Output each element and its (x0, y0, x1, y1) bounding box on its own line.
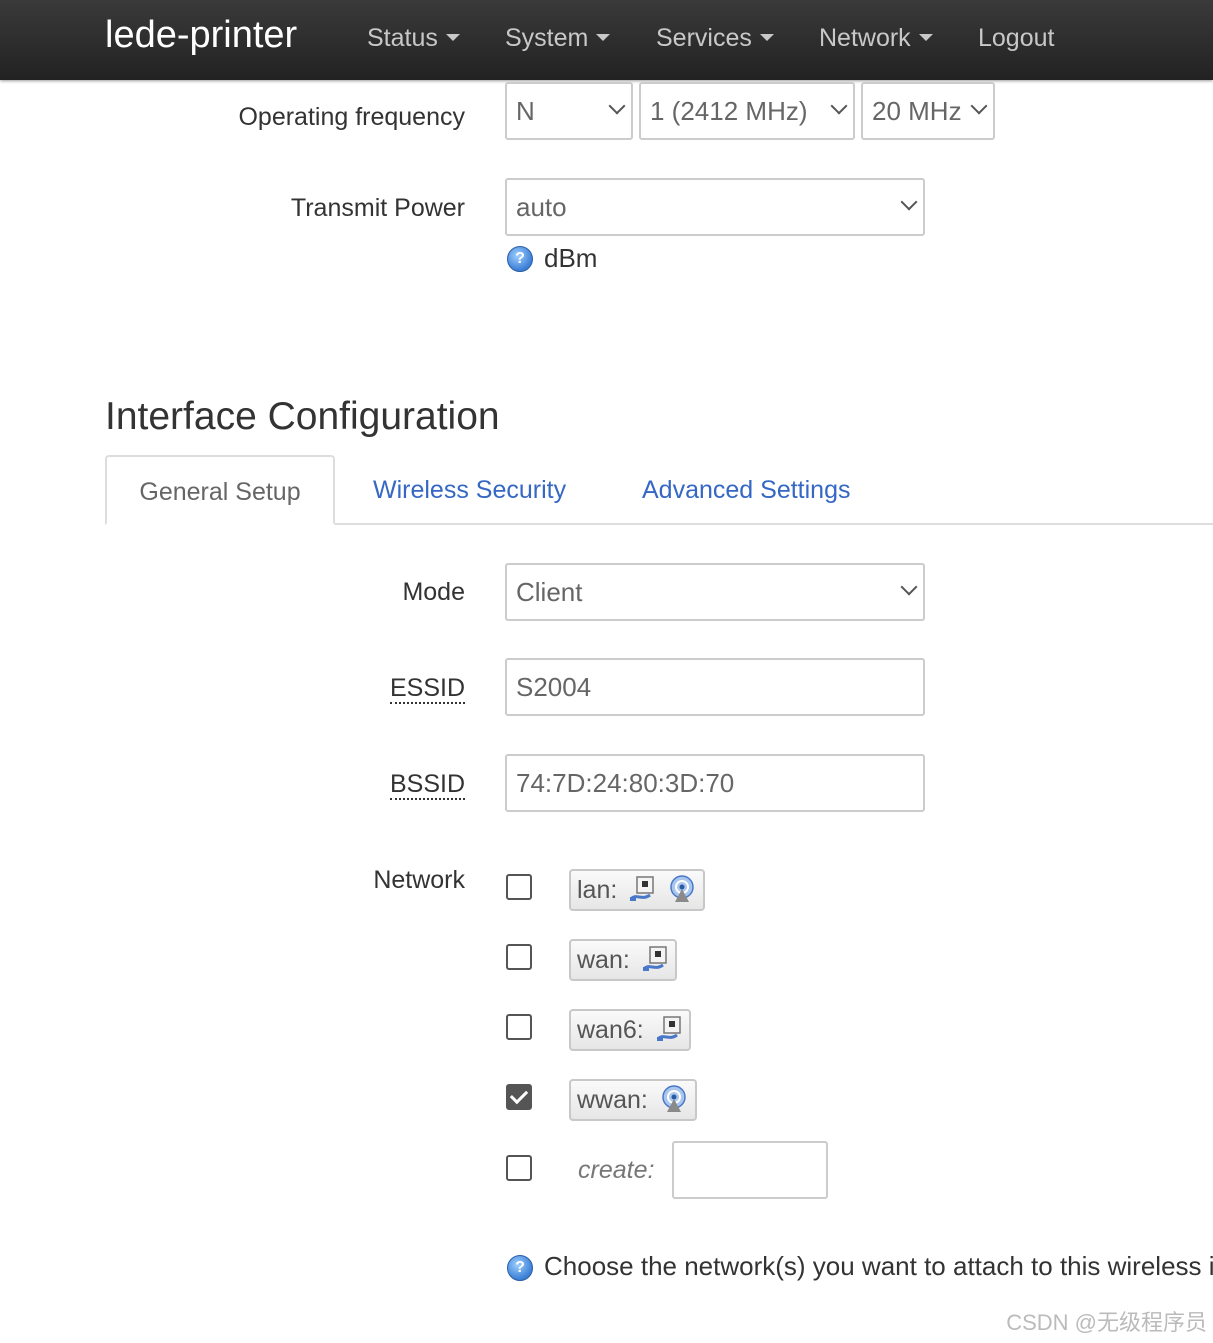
chevron-down-icon (608, 97, 626, 115)
network-lan-badge[interactable]: lan: (569, 869, 706, 911)
chevron-down-icon (596, 33, 611, 41)
network-label: Network (373, 866, 465, 894)
transmit-power-label: Transmit Power (290, 194, 465, 222)
create-label: create: (578, 1156, 655, 1184)
network-wwan-checkbox[interactable] (506, 1084, 532, 1110)
nav-services-label: Services (656, 24, 752, 52)
chevron-down-icon (970, 97, 988, 115)
help-icon: ? (507, 246, 533, 272)
tab-general-setup[interactable]: General Setup (105, 455, 335, 525)
operating-frequency-label: Operating frequency (238, 103, 465, 131)
nav-services-menu[interactable]: Services (656, 24, 774, 53)
wifi-icon (662, 1085, 686, 1113)
essid-field[interactable]: S2004 (505, 658, 925, 716)
mode-label: Mode (402, 578, 465, 606)
essid-label-text: ESSID (389, 674, 465, 704)
hw-mode-select[interactable]: N (505, 82, 633, 140)
watermark: CSDN @无级程序员 (1006, 1310, 1207, 1335)
mode-select[interactable]: Client (505, 563, 925, 621)
create-network-input[interactable] (672, 1141, 828, 1199)
network-wan6-name: wan6: (577, 1016, 644, 1044)
essid-label: ESSID (389, 674, 465, 704)
nav-system-menu[interactable]: System (505, 24, 611, 53)
bssid-field[interactable]: 74:7D:24:80:3D:70 (505, 754, 925, 812)
bssid-label: BSSID (389, 770, 465, 800)
chevron-down-icon (830, 97, 848, 115)
transmit-power-help: dBm (544, 243, 598, 273)
hw-mode-value: N (516, 96, 535, 126)
mode-value: Client (516, 577, 583, 607)
nav-logout-link[interactable]: Logout (978, 24, 1054, 53)
network-lan-name: lan: (577, 876, 618, 904)
nav-network-label: Network (819, 24, 911, 52)
network-wan-checkbox[interactable] (506, 944, 532, 970)
transmit-power-select[interactable]: auto (505, 178, 925, 236)
channel-value: 1 (2412 MHz) (650, 96, 808, 126)
network-help-text: Choose the network(s) you want to attach… (544, 1251, 1213, 1281)
ethernet-icon (642, 946, 667, 972)
network-wwan-name: wwan: (577, 1086, 648, 1114)
tab-wireless-security[interactable]: Wireless Security (373, 455, 566, 525)
top-navbar: lede-printer Status System Services Netw… (0, 0, 1213, 80)
bssid-label-text: BSSID (389, 770, 465, 800)
tab-advanced-settings[interactable]: Advanced Settings (642, 455, 850, 525)
network-wan-badge[interactable]: wan: (569, 939, 677, 981)
ethernet-icon (630, 876, 655, 902)
channel-width-value: 20 MHz (872, 96, 962, 126)
brand-title[interactable]: lede-printer (105, 14, 297, 57)
chevron-down-icon (445, 33, 460, 41)
network-lan-checkbox[interactable] (506, 874, 532, 900)
network-wan6-checkbox[interactable] (506, 1014, 532, 1040)
nav-system-label: System (505, 24, 589, 52)
nav-status-label: Status (367, 24, 438, 52)
network-wan-name: wan: (577, 946, 630, 974)
help-icon: ? (507, 1255, 533, 1281)
ethernet-icon (656, 1016, 681, 1042)
network-wwan-badge[interactable]: wwan: (569, 1079, 697, 1121)
chevron-down-icon (900, 193, 918, 211)
network-create-checkbox[interactable] (506, 1155, 532, 1181)
transmit-power-value: auto (516, 192, 567, 222)
nav-status-menu[interactable]: Status (367, 24, 460, 53)
network-wan6-badge[interactable]: wan6: (569, 1009, 691, 1051)
channel-select[interactable]: 1 (2412 MHz) (639, 82, 855, 140)
chevron-down-icon (918, 33, 933, 41)
chevron-down-icon (900, 578, 918, 596)
channel-width-select[interactable]: 20 MHz (861, 82, 995, 140)
section-title: Interface Configuration (105, 395, 500, 438)
chevron-down-icon (759, 33, 774, 41)
wifi-icon (670, 875, 694, 903)
nav-network-menu[interactable]: Network (819, 24, 933, 53)
